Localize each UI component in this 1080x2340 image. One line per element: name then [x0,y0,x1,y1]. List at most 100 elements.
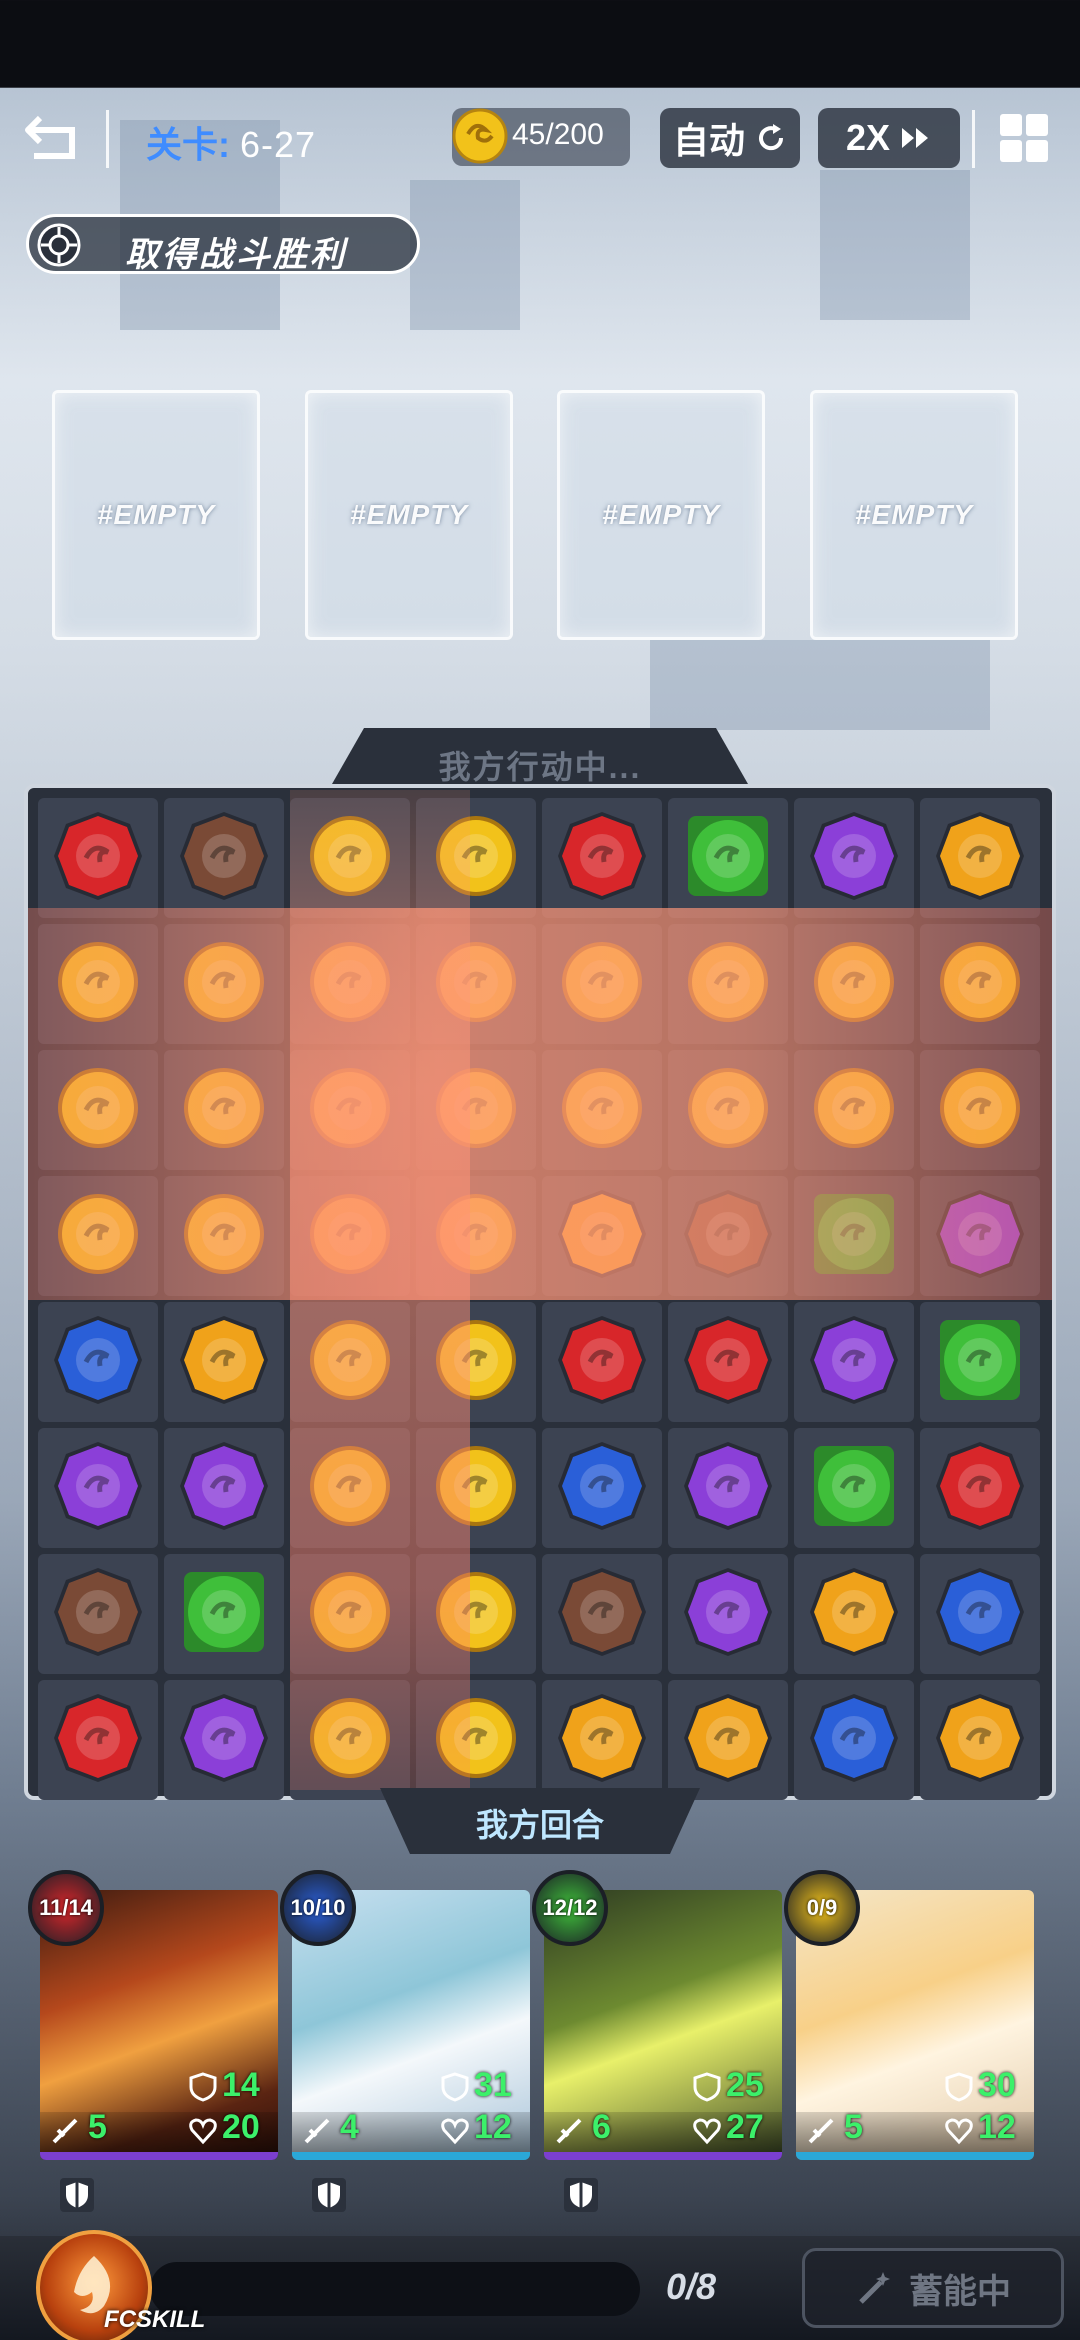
hero-heart: 20 [222,2108,260,2146]
hero-heart: 12 [978,2108,1016,2146]
board-cell[interactable] [668,924,788,1044]
board-cell[interactable] [38,1176,158,1296]
board-cell[interactable] [164,1302,284,1422]
board-cell[interactable] [290,1428,410,1548]
board-cell[interactable] [668,1428,788,1548]
board-cell[interactable] [542,798,662,918]
board-cell[interactable] [920,1302,1040,1422]
gold-gem-icon [50,934,146,1035]
board-cell[interactable] [920,1176,1040,1296]
board-cell[interactable] [542,1302,662,1422]
board-cell[interactable] [164,1554,284,1674]
empty-slot-4[interactable]: #EMPTY [810,390,1018,640]
board-cell[interactable] [290,1176,410,1296]
board-cell[interactable] [164,924,284,1044]
board-cell[interactable] [416,1176,536,1296]
board-cell[interactable] [38,1428,158,1548]
board-cell[interactable] [794,924,914,1044]
empty-slot-2[interactable]: #EMPTY [305,390,513,640]
board-cell[interactable] [668,1554,788,1674]
board-cell[interactable] [920,1050,1040,1170]
board-cell[interactable] [542,1176,662,1296]
board-cell[interactable] [290,798,410,918]
board-cell[interactable] [164,798,284,918]
board-cell[interactable] [920,1554,1040,1674]
board-cell[interactable] [920,798,1040,918]
slot-label: #EMPTY [96,499,216,530]
gold-gem-icon [302,1564,398,1665]
board-cell[interactable] [164,1176,284,1296]
board-cell[interactable] [416,1428,536,1548]
board-cell[interactable] [416,1050,536,1170]
board-cell[interactable] [542,924,662,1044]
board-cell[interactable] [164,1428,284,1548]
slot-label: #EMPTY [854,499,974,530]
board-cell[interactable] [920,1680,1040,1800]
grid-menu-icon[interactable] [996,110,1052,166]
board-cell[interactable] [668,798,788,918]
shield-icon [318,2182,340,2208]
board-cell[interactable] [38,1050,158,1170]
board-cell[interactable] [290,1302,410,1422]
board-cell[interactable] [38,924,158,1044]
hero-hp: 0/9 [806,1895,838,1920]
red-gem-icon [554,1312,650,1413]
board-cell[interactable] [794,1680,914,1800]
board-cell[interactable] [38,798,158,918]
board-cell[interactable] [794,1176,914,1296]
board-cell[interactable] [290,1050,410,1170]
board-cell[interactable] [542,1680,662,1800]
hero-attack: 5 [88,2108,107,2146]
board-cell[interactable] [290,1554,410,1674]
board-cell[interactable] [668,1050,788,1170]
hero-defense-toggle[interactable] [312,2178,346,2212]
board-cell[interactable] [290,924,410,1044]
shield-icon [692,2072,722,2102]
board-cell[interactable] [416,1302,536,1422]
board-cell[interactable] [542,1050,662,1170]
board-cell[interactable] [416,1680,536,1800]
empty-slot-1[interactable]: #EMPTY [52,390,260,640]
board-cell[interactable] [668,1680,788,1800]
gold-gem-icon [50,1186,146,1287]
board-cell[interactable] [542,1428,662,1548]
green-gem-icon [932,1312,1028,1413]
board-cell[interactable] [38,1554,158,1674]
board-cell[interactable] [794,1302,914,1422]
hero-defense-toggle[interactable] [60,2178,94,2212]
gold-gem-icon [680,1060,776,1161]
board-cell[interactable] [416,924,536,1044]
board-cell[interactable] [794,1428,914,1548]
bg-building [650,640,990,730]
board-cell[interactable] [416,798,536,918]
charge-button[interactable]: 蓄能中 [802,2248,1064,2328]
hero-defense-toggle[interactable] [564,2178,598,2212]
gold-gem-icon [932,1060,1028,1161]
board-cell[interactable] [416,1554,536,1674]
hero-color-bar [796,2152,1034,2160]
board-cell[interactable] [794,1554,914,1674]
board-cell[interactable] [794,1050,914,1170]
board-cell[interactable] [542,1554,662,1674]
board-cell[interactable] [38,1680,158,1800]
heart-icon [944,2116,974,2146]
board-cell[interactable] [38,1302,158,1422]
sword-icon [806,2116,836,2146]
gold-gem-icon [680,934,776,1035]
back-button[interactable] [22,110,86,166]
board-cell[interactable] [164,1050,284,1170]
hero-hp-badge: 10/10 [280,1870,356,1946]
board-cell[interactable] [290,1680,410,1800]
speed-button[interactable]: 2X [818,108,960,168]
board-cell[interactable] [794,798,914,918]
board-cell[interactable] [668,1176,788,1296]
gold-gem-icon [428,808,524,909]
board-cell[interactable] [164,1680,284,1800]
board-cell[interactable] [920,924,1040,1044]
board-cell[interactable] [668,1302,788,1422]
auto-button[interactable]: 自动 [660,108,800,168]
fcskill-label: FCSKILL [104,2306,206,2333]
turn-label: 我方回合 [475,1807,604,1843]
empty-slot-3[interactable]: #EMPTY [557,390,765,640]
board-cell[interactable] [920,1428,1040,1548]
